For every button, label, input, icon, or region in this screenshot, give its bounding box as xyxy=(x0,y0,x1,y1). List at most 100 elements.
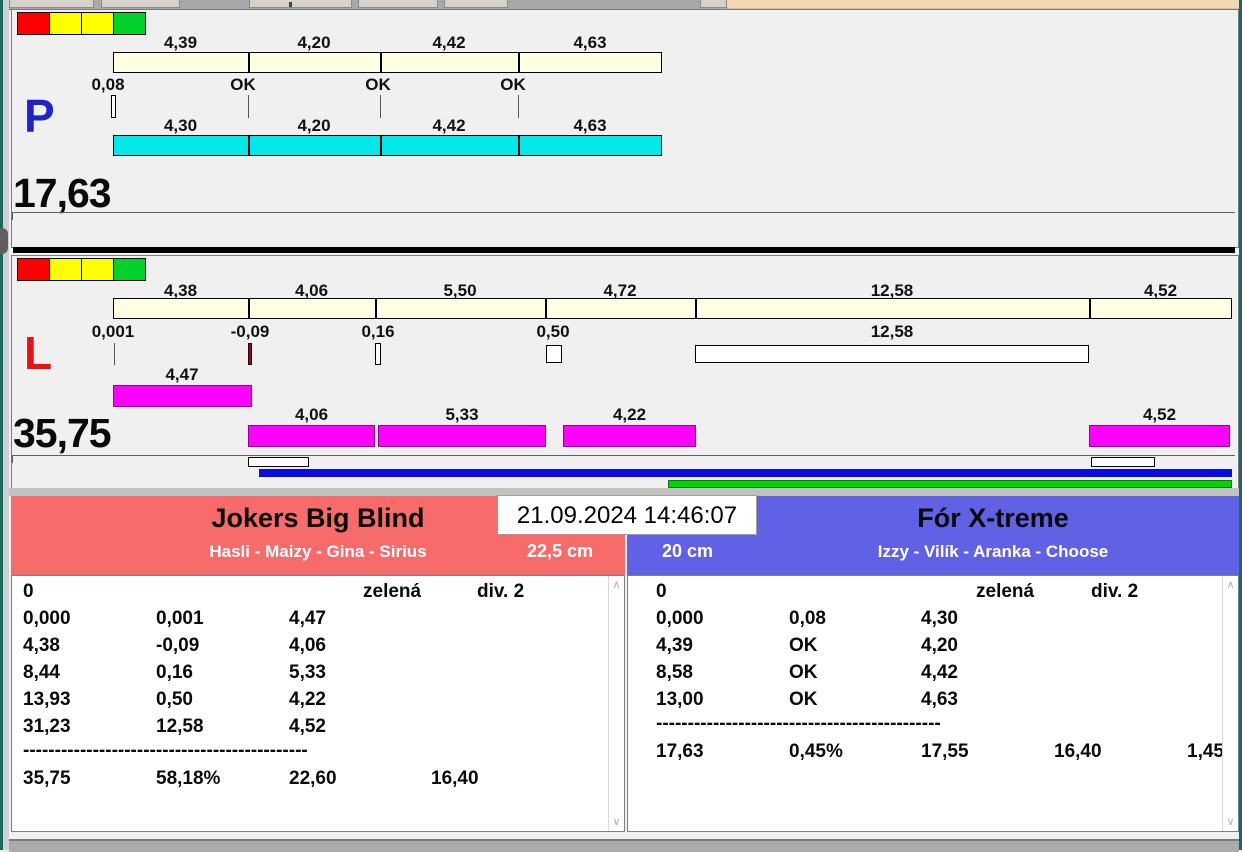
traffic-light-l xyxy=(17,258,146,281)
lane-l-letter: L xyxy=(24,327,53,379)
total-time: 17,63 xyxy=(656,741,704,762)
p-start-tick xyxy=(111,95,116,118)
table-cell: 0,000 xyxy=(23,608,71,629)
bar-divider xyxy=(518,53,520,72)
total-cell: 17,55 xyxy=(921,741,969,762)
total-percent: 0,45% xyxy=(789,741,843,762)
toolbar-button[interactable] xyxy=(249,0,352,8)
table-cell: 4,63 xyxy=(921,689,958,710)
l-mark-label: 0,16 xyxy=(361,322,395,341)
scroll-up-icon[interactable]: ∧ xyxy=(610,578,623,592)
table-cell: 0,000 xyxy=(656,608,704,629)
bar-divider xyxy=(248,299,250,318)
run-number: 0 xyxy=(656,581,667,602)
scroll-down-icon[interactable]: ∨ xyxy=(610,815,623,829)
table-cell: 13,00 xyxy=(656,689,704,710)
p-tick xyxy=(518,95,519,118)
scroll-up-icon[interactable]: ∧ xyxy=(1224,578,1237,592)
window-gutter-left xyxy=(3,0,9,850)
l-green-progress-bar xyxy=(668,480,1232,488)
l-measured-bar xyxy=(563,425,696,447)
table-cell: 0,50 xyxy=(156,689,193,710)
table-cell: 13,93 xyxy=(23,689,71,710)
toolbar-button[interactable] xyxy=(358,0,438,8)
traffic-light-p xyxy=(17,12,146,35)
total-cell: 16,40 xyxy=(1054,741,1102,762)
traffic-yellow-icon xyxy=(81,258,114,281)
table-separator: ----------------------------------------… xyxy=(656,713,941,734)
table-scrollbar[interactable]: ∧ ∨ xyxy=(1222,576,1238,831)
team-left-jump-height: 22,5 cm xyxy=(526,541,594,561)
l-split-bottom-label: 4,52 xyxy=(1142,405,1177,424)
table-cell: 4,06 xyxy=(289,635,326,656)
table-cell: 31,23 xyxy=(23,716,71,737)
l-measured-bar xyxy=(113,385,252,407)
scroll-down-icon[interactable]: ∨ xyxy=(1224,815,1237,829)
table-cell: 4,52 xyxy=(289,716,326,737)
table-cell: 4,47 xyxy=(289,608,326,629)
traffic-yellow-icon xyxy=(49,12,82,35)
l-subpanel-line xyxy=(12,455,1235,456)
p-mark-label: OK xyxy=(365,75,391,94)
l-tick-box xyxy=(546,345,562,363)
table-scrollbar[interactable]: ∧ ∨ xyxy=(608,576,624,831)
table-separator: ----------------------------------------… xyxy=(23,740,308,761)
traffic-red-icon xyxy=(17,258,50,281)
p-split-top-label: 4,42 xyxy=(432,33,466,52)
traffic-green-icon xyxy=(113,12,146,35)
toolbar-button[interactable] xyxy=(9,0,94,8)
total-cell: 1,45 xyxy=(1187,741,1224,762)
traffic-green-icon xyxy=(113,258,146,281)
l-official-splits-bar xyxy=(113,298,1232,319)
toolbar-glyph xyxy=(289,2,292,7)
table-cell: 0,16 xyxy=(156,662,193,683)
p-mark-label: 0,08 xyxy=(91,75,125,94)
l-mark-label: 0,50 xyxy=(536,322,570,341)
p-split-top-label: 4,39 xyxy=(163,33,198,52)
table-cell: 0,001 xyxy=(156,608,204,629)
table-cell: OK xyxy=(789,689,818,710)
traffic-yellow-icon xyxy=(81,12,114,35)
lane-l-total-time: 35,75 xyxy=(13,410,112,456)
bar-divider xyxy=(248,53,250,72)
table-cell: 4,39 xyxy=(656,635,693,656)
toolbar-button[interactable] xyxy=(700,0,727,8)
datetime-display: 21.09.2024 14:46:07 xyxy=(497,495,757,535)
lane-divider xyxy=(13,247,1235,253)
toolbar-button[interactable] xyxy=(101,0,180,8)
toolbar-button[interactable] xyxy=(444,0,508,8)
l-marker-box xyxy=(1091,457,1155,467)
table-cell: 0,08 xyxy=(789,608,826,629)
total-cell: 22,60 xyxy=(289,768,337,789)
table-cell: -0,09 xyxy=(156,635,200,656)
bar-divider xyxy=(375,299,377,318)
table-cell: 4,20 xyxy=(921,635,958,656)
table-cell: 4,22 xyxy=(289,689,326,710)
light-status: zelená xyxy=(363,581,422,602)
team-right-results-table: 0 zelená div. 2 0,000 0,08 4,30 4,39 OK … xyxy=(627,575,1239,832)
l-measured-bar xyxy=(378,425,546,447)
team-right-dogs: Izzy - Vilík - Aranka - Choose xyxy=(877,542,1109,561)
bar-divider xyxy=(1089,299,1091,318)
traffic-red-icon xyxy=(17,12,50,35)
l-tick-box xyxy=(375,343,381,365)
l-split-bottom-label: 4,22 xyxy=(612,405,647,424)
table-cell: 4,30 xyxy=(921,608,958,629)
bottom-status-strip xyxy=(9,839,1239,852)
p-tick xyxy=(380,95,381,118)
total-time: 35,75 xyxy=(23,768,71,789)
light-status: zelená xyxy=(976,581,1035,602)
p-tick xyxy=(248,95,249,118)
division: div. 2 xyxy=(477,581,525,602)
l-mark-label: 12,58 xyxy=(870,322,914,341)
table-cell: 4,42 xyxy=(921,662,958,683)
run-number: 0 xyxy=(23,581,34,602)
p-split-bottom-label: 4,20 xyxy=(297,116,331,135)
bar-divider xyxy=(545,299,547,318)
p-split-top-label: 4,20 xyxy=(297,33,331,52)
l-mark-label: 0,001 xyxy=(91,322,135,341)
l-fault-tick xyxy=(248,343,252,365)
p-subpanel-line xyxy=(12,212,1235,213)
l-measured-bar xyxy=(1089,425,1230,447)
l-first-split-label: 4,47 xyxy=(165,365,199,384)
